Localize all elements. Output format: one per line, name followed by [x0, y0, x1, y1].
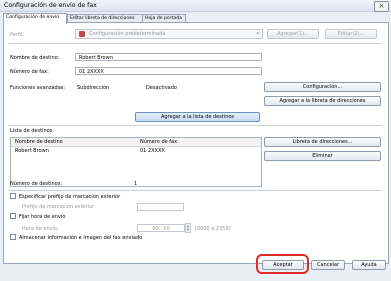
store-fax-checkbox-label: Almacenar información e imagen del fax e… — [19, 235, 143, 241]
subaddress-value: Desactivado — [146, 85, 177, 91]
help-button[interactable]: Ayuda — [352, 260, 386, 270]
delete-button[interactable]: Eliminar — [264, 151, 381, 161]
destination-count-value: 1 — [134, 181, 138, 187]
edit-profile-button[interactable]: Editar(2)... — [325, 29, 377, 39]
divider — [8, 43, 382, 44]
close-button[interactable]: × — [374, 1, 389, 12]
dest-name-label: Nombre de destino: — [10, 55, 60, 61]
prefix-input[interactable] — [137, 203, 184, 211]
add-to-address-book-button[interactable]: Agregar a la libreta de direcciones — [264, 96, 381, 106]
row-fax-number: 01 2XXXX — [140, 148, 165, 154]
send-time-checkbox-label: Fijar hora de envío — [19, 214, 66, 220]
advanced-label: Funciones avanzadas: — [10, 85, 66, 91]
dest-name-input[interactable]: Robert Brown — [75, 53, 262, 61]
profile-value: Configuración predeterminada — [89, 31, 166, 37]
chevron-down-icon: ▾ — [256, 31, 259, 37]
fax-settings-dialog: Configuración de envío de fax × Configur… — [0, 0, 391, 281]
send-time-input[interactable]: 00 : 00 — [137, 224, 185, 232]
divider — [8, 190, 382, 191]
highlight-ring — [256, 254, 309, 274]
add-to-destination-list-button[interactable]: Agregar a la lista de destinos — [135, 112, 260, 122]
subaddress-label: Subdirección — [77, 85, 110, 91]
add-profile-button[interactable]: Agregar(1)... — [267, 29, 319, 39]
store-fax-checkbox[interactable] — [10, 234, 16, 240]
time-spinner[interactable]: ▲ ▼ — [185, 223, 191, 233]
profile-label: Perfil: — [10, 32, 25, 38]
configuration-button[interactable]: Configuración... — [264, 82, 381, 92]
column-header-name: Nombre de destino — [15, 139, 63, 145]
table-row[interactable]: Robert Brown 01 2XXXX — [12, 147, 260, 155]
send-time-checkbox[interactable] — [10, 213, 16, 219]
list-header: Nombre de destino Número de fax — [11, 138, 261, 147]
window-title: Configuración de envío de fax — [4, 2, 97, 9]
fax-profile-icon — [79, 31, 85, 37]
prefix-checkbox[interactable] — [10, 193, 16, 199]
cancel-button[interactable]: Cancelar — [311, 260, 345, 270]
row-dest-name: Robert Brown — [15, 148, 49, 154]
title-bar: Configuración de envío de fax × — [0, 0, 391, 12]
address-book-button[interactable]: Libreta de direcciones... — [264, 137, 381, 147]
profile-dropdown[interactable]: Configuración predeterminada ▾ — [75, 29, 263, 39]
destination-list[interactable]: Nombre de destino Número de fax Robert B… — [10, 137, 262, 187]
fax-number-input[interactable]: 01 2XXXX — [75, 67, 262, 75]
fax-number-label: Número de fax: — [10, 69, 49, 75]
prefix-label: Prefijo de marcación exterior: — [22, 204, 96, 210]
destination-list-label: Lista de destinos: — [10, 128, 54, 134]
column-header-fax: Número de fax — [140, 139, 178, 145]
destination-count-label: Número de destinos: — [10, 181, 63, 187]
time-range-hint: [0000 a 2359] — [195, 226, 231, 232]
send-time-label: Hora de envío: — [22, 226, 59, 232]
prefix-checkbox-label: Especificar prefijo de marcación exterio… — [19, 194, 121, 200]
divider — [8, 125, 382, 126]
tab-send-settings[interactable]: Configuración de envío — [3, 13, 67, 24]
settings-panel: Perfil: Configuración predeterminada ▾ A… — [3, 22, 389, 264]
